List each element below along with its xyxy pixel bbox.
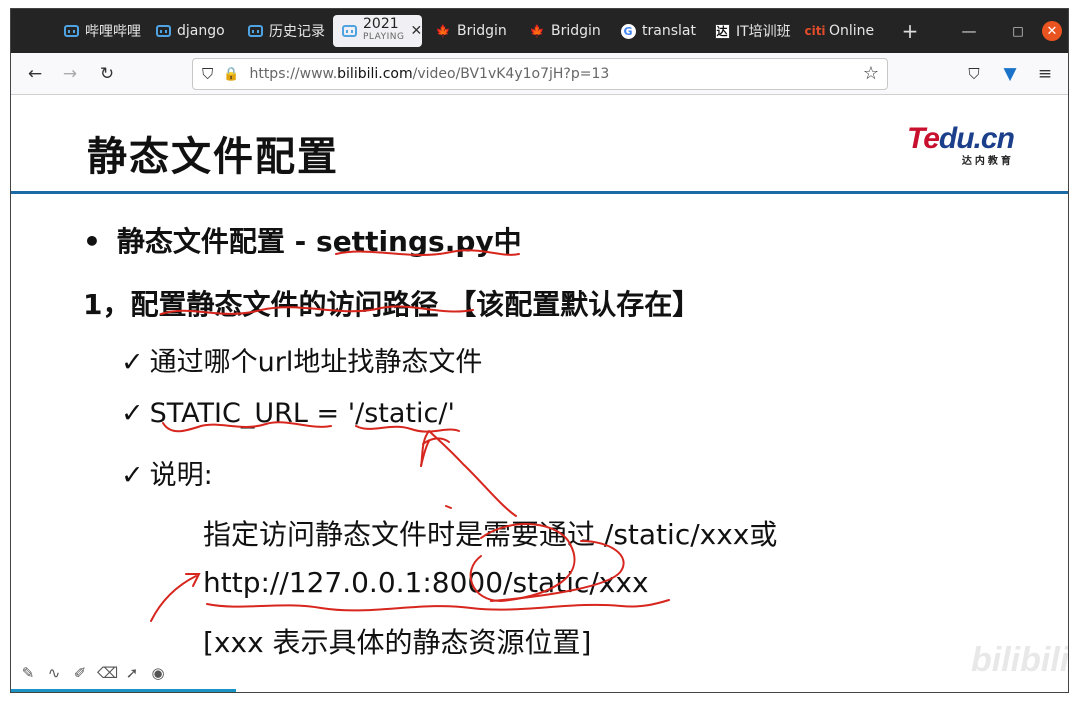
browser-window: 哔哩哔哩 django 历史记录 2021 PLAYING ✕ 🍁 Bridgi… (10, 8, 1069, 693)
checkmark-icon: ✓ (121, 398, 144, 429)
tab-django[interactable]: django (147, 15, 235, 47)
tab-it-training[interactable]: 达 IT培训班 (706, 15, 796, 47)
annotation-toolbar: ✎ ∿ ✐ ⌫ ➚ ◉ (19, 664, 167, 682)
pointer-icon[interactable]: ➚ (123, 664, 141, 682)
maple-leaf-icon: 🍁 (435, 24, 451, 38)
check-item-url: ✓ 通过哪个url地址找静态文件 (121, 347, 483, 378)
tarena-icon: 达 (714, 23, 730, 39)
slide-title: 静态文件配置 (87, 134, 339, 180)
bookmark-star-icon[interactable]: ☆ (863, 63, 879, 84)
tab-bilibili[interactable]: 哔哩哔哩 (55, 15, 143, 47)
back-icon[interactable]: ← (23, 62, 47, 86)
pocket-icon[interactable]: ⛉ (962, 62, 986, 86)
tab-bridging-2[interactable]: 🍁 Bridgin (521, 15, 611, 47)
handwritten-annotations (150, 249, 670, 622)
bilibili-watermark: bilibili (971, 641, 1068, 679)
reload-icon[interactable]: ↻ (95, 62, 119, 86)
tab-translate[interactable]: G translat (612, 15, 702, 47)
shield-icon[interactable]: ⛉ (202, 65, 213, 83)
checkmark-icon: ✓ (121, 460, 144, 491)
tedu-logo: Tedu.cn 达内教育 (907, 122, 1015, 167)
maximize-icon[interactable]: □ (1006, 19, 1030, 43)
bullet-static-config: • 静态文件配置 - settings.py中 (83, 225, 522, 258)
tab-history[interactable]: 历史记录 (239, 15, 327, 47)
desc-line-2: http://127.0.0.1:8000/static/xxx (203, 566, 649, 599)
bilibili-tv-icon (155, 23, 171, 39)
tab-bridging-1[interactable]: 🍁 Bridgin (427, 15, 517, 47)
minimize-icon[interactable]: — (957, 19, 981, 43)
check-item-explanation: ✓ 说明: (121, 460, 213, 491)
close-tab-icon[interactable]: ✕ (410, 23, 422, 39)
desc-line-3: [xxx 表示具体的静态资源位置] (203, 626, 592, 659)
menu-icon[interactable]: ≡ (1033, 62, 1057, 86)
video-progress-bar[interactable] (11, 689, 236, 692)
checkmark-icon: ✓ (121, 347, 144, 378)
citi-icon: citi (804, 24, 826, 38)
bilibili-tv-icon (247, 23, 263, 39)
pen-icon[interactable]: ✎ (19, 664, 37, 682)
desc-line-1: 指定访问静态文件时是需要通过 /static/xxx或 (203, 518, 778, 551)
tab-online[interactable]: citi Online (799, 15, 889, 47)
close-window-icon[interactable]: ✕ (1042, 21, 1062, 41)
video-slide[interactable]: 静态文件配置 Tedu.cn 达内教育 • 静态文件配置 - settings.p… (11, 96, 1068, 692)
record-icon[interactable]: ◉ (149, 664, 167, 682)
maple-leaf-icon: 🍁 (529, 24, 545, 38)
eraser-icon[interactable]: ⌫ (97, 664, 118, 682)
google-icon: G (620, 23, 636, 39)
url-text[interactable]: https://www.bilibili.com/video/BV1vK4y1o… (249, 66, 609, 82)
bilibili-tv-icon (63, 23, 79, 39)
title-divider (11, 191, 1068, 194)
lock-icon[interactable]: 🔒 (223, 67, 239, 82)
nav-bar: ← → ↻ ⛉ 🔒 https://www.bilibili.com/video… (11, 53, 1068, 95)
new-tab-button[interactable]: + (898, 19, 922, 43)
highlighter-icon[interactable]: ✐ (71, 664, 89, 682)
check-item-static-url: ✓ STATIC_URL = '/static/' (121, 398, 455, 429)
address-bar[interactable]: ⛉ 🔒 https://www.bilibili.com/video/BV1vK… (192, 58, 888, 90)
heading-static-path: 1，配置静态文件的访问路径 【该配置默认存在】 (83, 288, 701, 321)
curve-icon[interactable]: ∿ (45, 664, 63, 682)
bilibili-tv-icon (341, 23, 357, 39)
tab-bar: 哔哩哔哩 django 历史记录 2021 PLAYING ✕ 🍁 Bridgi… (11, 9, 1068, 53)
extension-icon[interactable]: ▼ (998, 62, 1022, 86)
tab-active-video[interactable]: 2021 PLAYING ✕ (333, 15, 422, 47)
forward-icon[interactable]: → (58, 62, 82, 86)
